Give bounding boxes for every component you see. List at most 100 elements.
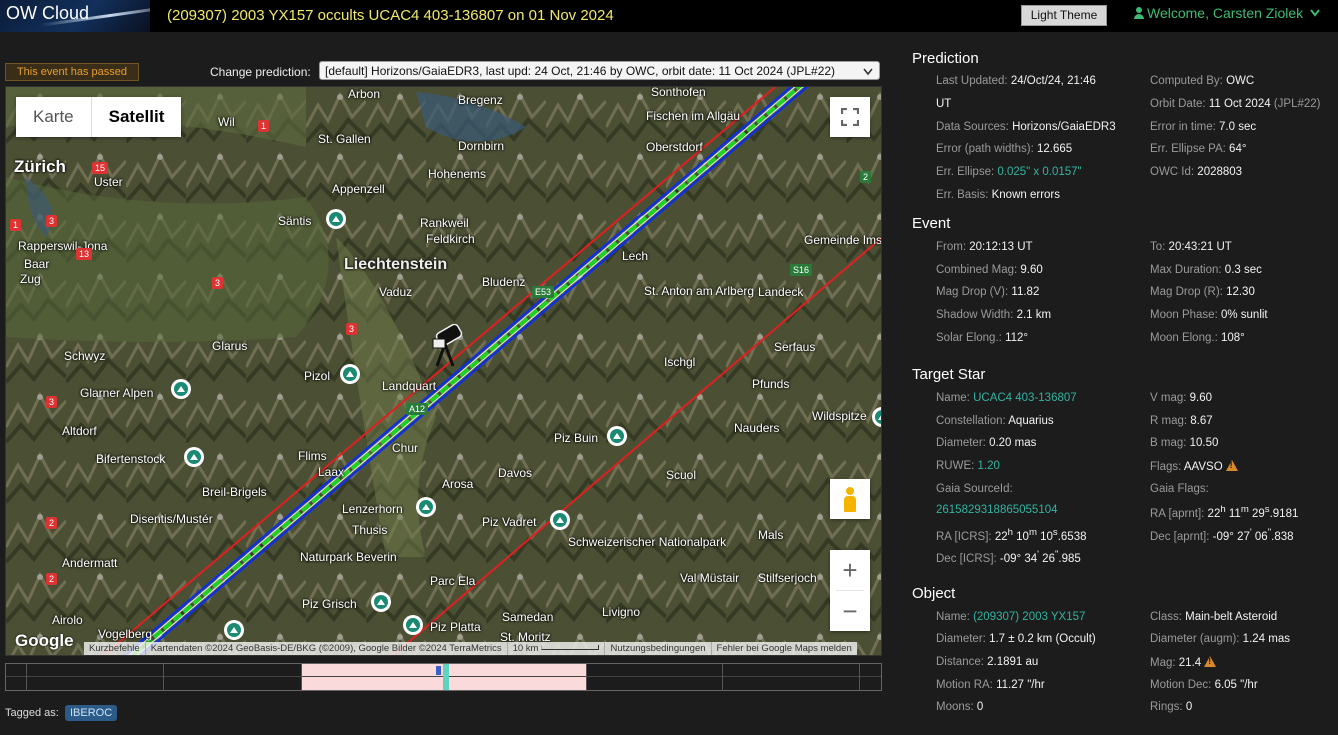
map-place-label: St. Anton am Arlberg — [644, 284, 755, 298]
change-prediction-label: Change prediction: — [210, 65, 311, 79]
top-bar: OW Cloud (209307) 2003 YX157 occults UCA… — [0, 0, 1338, 32]
peak-marker[interactable] — [550, 510, 570, 530]
map-place-label: Lech — [622, 249, 649, 263]
map-place-label: Pizol — [304, 369, 331, 383]
road-shield: E53 — [532, 286, 555, 298]
map-place-label: Davos — [498, 466, 533, 480]
map-place-label: Laax — [318, 465, 345, 479]
map-place-label: Baar — [24, 257, 50, 271]
light-theme-button[interactable]: Light Theme — [1021, 5, 1107, 26]
app-logo[interactable]: OW Cloud — [0, 0, 150, 32]
object-mag-row: Mag: 21.4 — [1150, 656, 1217, 669]
map-place-label: Serfaus — [774, 340, 816, 354]
prediction-select[interactable]: [default] Horizons/GaiaEDR3, last upd: 2… — [319, 61, 880, 80]
google-logo[interactable]: Google — [15, 631, 74, 651]
scale-indicator: 10 km — [506, 642, 605, 655]
map-place-label: Airolo — [52, 613, 83, 627]
object-name-link[interactable]: (209307) 2003 YX157 — [973, 611, 1085, 623]
zoom-out-button[interactable]: − — [830, 591, 870, 631]
fullscreen-button[interactable] — [830, 97, 870, 137]
map-place-label: Gemeinde Ims — [804, 233, 882, 247]
event-timeline[interactable] — [5, 663, 882, 691]
computed-by-row: Computed By: OWC — [1150, 75, 1255, 87]
section-event-title: Event — [912, 215, 951, 232]
user-icon — [1134, 7, 1144, 19]
pegman-icon[interactable] — [830, 479, 870, 519]
peak-marker[interactable] — [340, 364, 360, 384]
map-type-satellit[interactable]: Satellit — [90, 97, 182, 137]
report-error-link[interactable]: Fehler bei Google Maps melden — [710, 642, 857, 655]
map-place-label: Chur — [392, 441, 419, 455]
peak-marker[interactable] — [326, 209, 346, 229]
map-place-label: Breil-Brigels — [202, 485, 267, 499]
section-object-title: Object — [912, 585, 956, 602]
map-place-label: Stilfserjoch — [758, 571, 817, 585]
ra-icrs-row: RA [ICRS]: 22h 10m 10s.6538 — [936, 527, 1087, 543]
keyboard-shortcuts-link[interactable]: Kurzbefehle — [84, 642, 145, 655]
map-place-label: Pfunds — [752, 377, 790, 391]
map-place-label: Bifertenstock — [96, 452, 166, 466]
map-place-label: Zug — [20, 272, 41, 286]
gaia-sourceid-link[interactable]: 2615829318865055104 — [936, 504, 1058, 516]
peak-marker[interactable] — [403, 615, 423, 635]
map-place-label: Fischen im Allgäu — [646, 109, 741, 123]
map-place-label: Landquart — [382, 379, 437, 393]
solar-elong-row: Solar Elong.: 112° — [936, 332, 1028, 344]
warning-icon[interactable] — [1204, 656, 1217, 667]
owc-id-row: OWC Id: 2028803 — [1150, 166, 1243, 178]
terms-link[interactable]: Nutzungsbedingungen — [604, 642, 710, 655]
road-shield: 13 — [76, 248, 93, 260]
err-ellipse-link[interactable]: 0.025" x 0.0157" — [997, 166, 1081, 178]
map-place-label: Landeck — [758, 285, 804, 299]
map-place-label: Rapperswil-Jona — [18, 239, 108, 253]
telescope-icon[interactable] — [427, 324, 465, 370]
err-ellipse-row: Err. Ellipse: 0.025" x 0.0157" — [936, 166, 1082, 178]
map-place-label: Sonthofen — [651, 86, 706, 99]
map-place-label: Glarus — [212, 339, 248, 353]
timeline-handle[interactable] — [436, 666, 441, 675]
map-place-label: Samedan — [502, 610, 554, 624]
map-place-label: Piz Grisch — [302, 597, 357, 611]
event-from-row: From: 20:12:13 UT — [936, 241, 1033, 253]
road-shield: S16 — [790, 264, 813, 276]
chevron-down-icon — [1310, 9, 1320, 17]
map-place-label: Feldkirch — [426, 232, 475, 246]
map-place-label: Bludenz — [482, 275, 526, 289]
map-place-label: Wildspitze — [812, 409, 867, 423]
map-place-label: Naturpark Beverin — [300, 550, 397, 564]
dec-icrs-row: Dec [ICRS]: -09° 34' 26".985 — [936, 549, 1081, 565]
peak-marker[interactable] — [224, 620, 244, 640]
map-place-label: Uster — [94, 175, 123, 189]
max-duration-row: Max Duration: 0.3 sec — [1150, 264, 1262, 276]
star-name-link[interactable]: UCAC4 403-136807 — [973, 392, 1077, 404]
star-name-row: Name: UCAC4 403-136807 — [936, 392, 1077, 404]
r-mag-row: R mag: 8.67 — [1150, 415, 1213, 427]
peak-marker[interactable] — [416, 497, 436, 517]
occultation-map[interactable]: Arbon Bregenz Sonthofen Wil St. Gallen Fische… — [5, 86, 882, 656]
map-type-karte[interactable]: Karte — [16, 97, 91, 137]
combined-mag-row: Combined Mag: 9.60 — [936, 264, 1043, 276]
peak-marker[interactable] — [607, 426, 627, 446]
orbit-date-row: Orbit Date: 11 Oct 2024 (JPL#22) — [1150, 98, 1321, 110]
map-place-label: Mals — [758, 528, 784, 542]
map-place-label: St. Gallen — [318, 132, 371, 146]
welcome-text: Welcome, Carsten Ziolek — [1147, 5, 1304, 21]
map-data-credit: Kartendaten ©2024 GeoBasis-DE/BKG (©2009… — [144, 642, 507, 655]
moon-phase-row: Moon Phase: 0% sunlit — [1150, 309, 1268, 321]
ruwe-link[interactable]: 1.20 — [978, 460, 1000, 472]
road-shield: 2 — [46, 573, 58, 585]
map-place-label: Arosa — [442, 477, 474, 491]
tag-badge[interactable]: IBEROC — [65, 705, 118, 721]
map-place-label: Wil — [218, 115, 235, 129]
user-menu[interactable]: Welcome, Carsten Ziolek — [1134, 5, 1320, 21]
prediction-select-value: [default] Horizons/GaiaEDR3, last upd: 2… — [325, 64, 836, 78]
moon-elong-row: Moon Elong.: 108° — [1150, 332, 1245, 344]
zoom-in-button[interactable]: + — [830, 550, 870, 590]
map-place-label: Lenzerhorn — [342, 502, 403, 516]
peak-marker[interactable] — [171, 379, 191, 399]
warning-icon[interactable] — [1225, 460, 1238, 471]
object-diameter-row: Diameter: 1.7 ± 0.2 km (Occult) — [936, 633, 1096, 645]
peak-marker[interactable] — [184, 447, 204, 467]
road-shield: 1 — [258, 120, 270, 132]
peak-marker[interactable] — [371, 592, 391, 612]
